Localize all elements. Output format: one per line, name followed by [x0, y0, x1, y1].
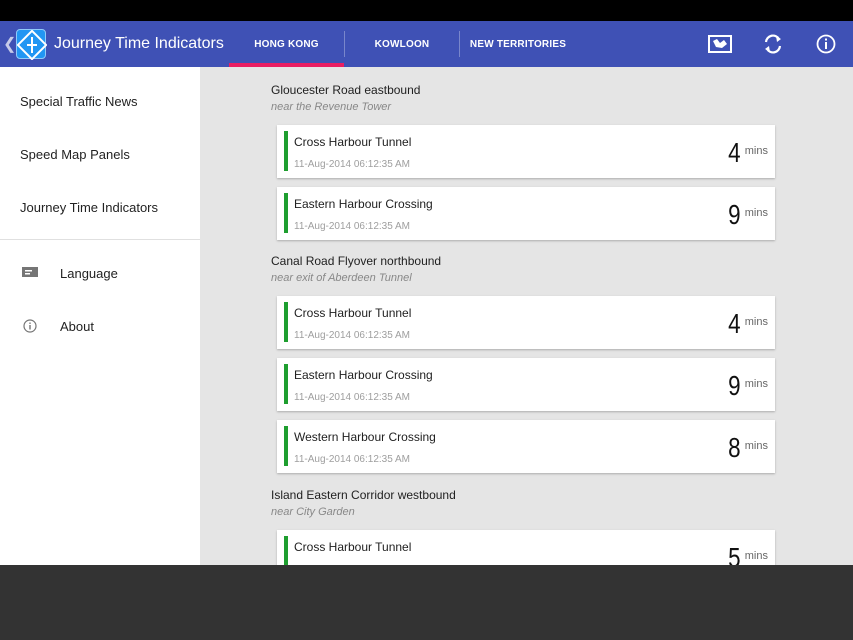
map-icon[interactable]: [707, 32, 733, 56]
minutes-unit: mins: [744, 207, 768, 219]
route-card[interactable]: Western Harbour Crossing 11-Aug-2014 06:…: [277, 420, 775, 473]
route-name: Cross Harbour Tunnel: [294, 135, 412, 149]
journey-minutes: 9: [728, 199, 741, 230]
journey-minutes: 5: [728, 542, 741, 565]
drawer-item-language[interactable]: Language: [60, 266, 118, 281]
drawer-item-about[interactable]: About: [60, 319, 94, 334]
status-indicator: [284, 364, 288, 404]
tab-new-territories[interactable]: NEW TERRITORIES: [460, 21, 576, 67]
location-subtitle: near exit of Aberdeen Tunnel: [271, 272, 412, 284]
minutes-unit: mins: [744, 440, 768, 452]
route-card[interactable]: Eastern Harbour Crossing 11-Aug-2014 06:…: [277, 187, 775, 240]
location-subtitle: near City Garden: [271, 506, 355, 518]
status-indicator: [284, 302, 288, 342]
route-card[interactable]: Cross Harbour Tunnel 11-Aug-2014 06:12:3…: [277, 125, 775, 178]
minutes-unit: mins: [744, 550, 768, 562]
about-info-icon: [22, 318, 38, 334]
status-bar: [0, 0, 853, 21]
drawer-divider: [0, 239, 200, 240]
status-indicator: [284, 536, 288, 565]
status-indicator: [284, 131, 288, 171]
tab-bar: HONG KONG KOWLOON NEW TERRITORIES: [229, 21, 576, 67]
app-logo-icon[interactable]: [16, 29, 48, 61]
location-title: Gloucester Road eastbound: [271, 83, 421, 97]
route-name: Eastern Harbour Crossing: [294, 197, 433, 211]
route-timestamp: 11-Aug-2014 06:12:35 AM: [294, 330, 411, 341]
journey-minutes: 8: [728, 432, 741, 463]
drawer-item-speed-map-panels[interactable]: Speed Map Panels: [20, 147, 130, 162]
back-chevron-icon[interactable]: ❮: [3, 34, 16, 54]
route-name: Cross Harbour Tunnel: [294, 540, 412, 554]
location-title: Canal Road Flyover northbound: [271, 254, 442, 268]
route-card[interactable]: Eastern Harbour Crossing 11-Aug-2014 06:…: [277, 358, 775, 411]
journey-minutes: 9: [728, 370, 741, 401]
route-name: Western Harbour Crossing: [294, 430, 436, 444]
tab-kowloon[interactable]: KOWLOON: [345, 21, 459, 67]
drawer-item-special-traffic-news[interactable]: Special Traffic News: [20, 94, 138, 109]
language-icon: [22, 265, 38, 281]
journey-minutes: 4: [728, 308, 741, 339]
route-timestamp: 11-Aug-2014 06:12:35 AM: [294, 392, 411, 403]
minutes-unit: mins: [744, 316, 768, 328]
route-timestamp: 11-Aug-2014 06:12:35 AM: [294, 454, 411, 465]
app-title: Journey Time Indicators: [54, 35, 224, 52]
route-timestamp: 11-Aug-2014 06:12:35 AM: [294, 221, 411, 232]
status-indicator: [284, 193, 288, 233]
route-timestamp: 11-Aug-2014 06:12:35 AM: [294, 159, 411, 170]
info-icon[interactable]: [813, 32, 839, 56]
journey-minutes: 4: [728, 137, 741, 168]
refresh-icon[interactable]: [760, 32, 786, 56]
status-indicator: [284, 426, 288, 466]
route-name: Eastern Harbour Crossing: [294, 368, 433, 382]
location-title: Island Eastern Corridor westbound: [271, 488, 456, 502]
minutes-unit: mins: [744, 378, 768, 390]
journey-time-list[interactable]: Gloucester Road eastbound near the Reven…: [200, 67, 853, 565]
system-navigation-bar: [0, 565, 853, 640]
drawer-item-journey-time-indicators[interactable]: Journey Time Indicators: [20, 200, 158, 215]
location-subtitle: near the Revenue Tower: [271, 101, 392, 113]
app-bar: ❮ Journey Time Indicators HONG KONG KOWL…: [0, 21, 853, 67]
minutes-unit: mins: [744, 145, 768, 157]
route-card[interactable]: Cross Harbour Tunnel 11-Aug-2014 06:12:3…: [277, 296, 775, 349]
navigation-drawer: Special Traffic News Speed Map Panels Jo…: [0, 67, 200, 565]
tab-hong-kong[interactable]: HONG KONG: [229, 21, 344, 67]
route-name: Cross Harbour Tunnel: [294, 306, 412, 320]
route-card[interactable]: Cross Harbour Tunnel 5 mins: [277, 530, 775, 565]
